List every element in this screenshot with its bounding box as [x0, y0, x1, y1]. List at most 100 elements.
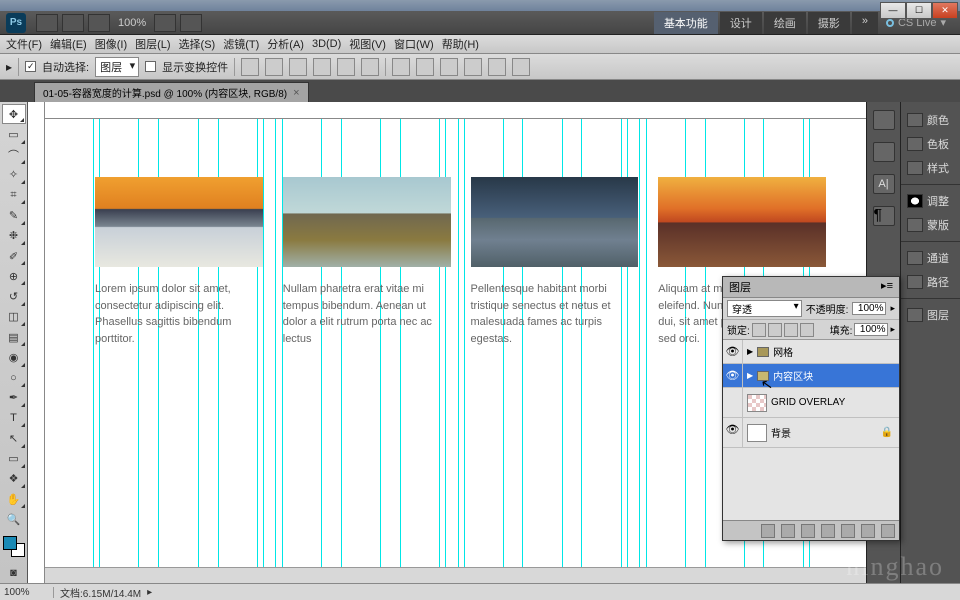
twisty-icon[interactable]: ▶ — [747, 371, 753, 380]
menu-analysis[interactable]: 分析(A) — [267, 36, 304, 52]
eyedropper-tool[interactable]: ✎ — [2, 205, 26, 225]
panel-mask[interactable]: 蒙版 — [901, 213, 960, 237]
layer-name[interactable]: 背景 — [771, 425, 791, 440]
align-icon[interactable] — [361, 58, 379, 76]
stamp-tool[interactable]: ⊕ — [2, 266, 26, 286]
align-icon[interactable] — [289, 58, 307, 76]
menu-view[interactable]: 视图(V) — [349, 36, 386, 52]
menu-image[interactable]: 图像(I) — [95, 36, 127, 52]
crop-tool[interactable]: ⌗ — [2, 185, 26, 205]
menu-edit[interactable]: 编辑(E) — [50, 36, 87, 52]
align-icon[interactable] — [265, 58, 283, 76]
3d-tool[interactable]: ❖ — [2, 469, 26, 489]
maximize-button[interactable]: ☐ — [906, 2, 932, 19]
viewmode-icon[interactable] — [88, 14, 110, 32]
gradient-tool[interactable]: ▤ — [2, 327, 26, 347]
autoselect-checkbox[interactable] — [25, 61, 36, 72]
bridge-icon[interactable] — [36, 14, 58, 32]
document-tab[interactable]: 01-05-容器宽度的计算.psd @ 100% (内容区块, RGB/8) × — [34, 82, 309, 102]
menu-help[interactable]: 帮助(H) — [442, 36, 479, 52]
pen-tool[interactable]: ✒ — [2, 388, 26, 408]
lock-paint-icon[interactable] — [768, 323, 782, 337]
panel-paths[interactable]: 路径 — [901, 270, 960, 294]
blur-tool[interactable]: ◉ — [2, 347, 26, 367]
menu-filter[interactable]: 滤镜(T) — [223, 36, 259, 52]
panel-channels[interactable]: 通道 — [901, 246, 960, 270]
path-tool[interactable]: ↖ — [2, 428, 26, 448]
eraser-tool[interactable]: ◫ — [2, 307, 26, 327]
workspace-tab-essentials[interactable]: 基本功能 — [654, 12, 718, 34]
distribute-icon[interactable] — [464, 58, 482, 76]
newlayer-icon[interactable] — [861, 524, 875, 538]
patch-tool[interactable]: ❉ — [2, 226, 26, 246]
layer-name[interactable]: GRID OVERLAY — [771, 397, 845, 408]
dodge-tool[interactable]: ○ — [2, 368, 26, 388]
panel-adjust[interactable]: 调整 — [901, 189, 960, 213]
menu-3d[interactable]: 3D(D) — [312, 38, 341, 50]
link-icon[interactable] — [761, 524, 775, 538]
layer-name[interactable]: 网格 — [773, 344, 793, 359]
type-tool[interactable]: T — [2, 408, 26, 428]
char-icon[interactable]: A| — [873, 174, 895, 194]
minimize-button[interactable]: — — [880, 2, 906, 19]
quickmask-tool[interactable]: ◙ — [2, 563, 26, 583]
mask-icon[interactable] — [801, 524, 815, 538]
workspace-tab-photo[interactable]: 摄影 — [808, 12, 850, 34]
align-icon[interactable] — [313, 58, 331, 76]
visibility-toggle[interactable]: 👁 — [723, 364, 743, 387]
move-tool[interactable]: ✥ — [2, 104, 26, 124]
distribute-icon[interactable] — [440, 58, 458, 76]
adjustment-icon[interactable] — [821, 524, 835, 538]
menu-window[interactable]: 窗口(W) — [394, 36, 434, 52]
layer-row[interactable]: 👁 ▶网格 — [723, 340, 899, 364]
top-zoom[interactable]: 100% — [118, 17, 146, 29]
arrange-icon[interactable] — [180, 14, 202, 32]
status-docsize[interactable]: 文档:6.15M/14.4M — [54, 585, 147, 600]
zoom-tool[interactable]: 🔍 — [2, 509, 26, 529]
visibility-toggle[interactable]: 👁 — [723, 340, 743, 363]
fill-input[interactable]: 100% — [854, 323, 888, 336]
panel-swatches[interactable]: 色板 — [901, 132, 960, 156]
color-swatches[interactable] — [3, 536, 25, 557]
vertical-ruler[interactable] — [28, 102, 45, 583]
menu-select[interactable]: 选择(S) — [179, 36, 216, 52]
minibridge-icon[interactable] — [62, 14, 84, 32]
hand-icon[interactable] — [154, 14, 176, 32]
visibility-toggle[interactable]: 👁 — [723, 418, 743, 447]
showtransform-checkbox[interactable] — [145, 61, 156, 72]
hand-tool[interactable]: ✋ — [2, 489, 26, 509]
marquee-tool[interactable]: ▭ — [2, 124, 26, 144]
blendmode-select[interactable]: 穿透 — [727, 300, 802, 317]
visibility-toggle[interactable] — [723, 388, 743, 417]
distribute-icon[interactable] — [392, 58, 410, 76]
horizontal-scrollbar[interactable] — [45, 567, 866, 583]
lasso-tool[interactable]: ⌒ — [2, 145, 26, 165]
histogram-icon[interactable] — [873, 110, 895, 130]
layer-row[interactable]: GRID OVERLAY — [723, 388, 899, 418]
lock-all-icon[interactable] — [800, 323, 814, 337]
paragraph-icon[interactable]: ¶ — [873, 206, 895, 226]
distribute-icon[interactable] — [488, 58, 506, 76]
lock-transparency-icon[interactable] — [752, 323, 766, 337]
shape-tool[interactable]: ▭ — [2, 449, 26, 469]
fx-icon[interactable] — [781, 524, 795, 538]
trash-icon[interactable] — [881, 524, 895, 538]
workspace-more[interactable]: » — [852, 12, 878, 34]
history-tool[interactable]: ↺ — [2, 286, 26, 306]
layer-row[interactable]: 👁 ▶内容区块 — [723, 364, 899, 388]
panel-menu-icon[interactable]: ▸≡ — [881, 279, 893, 295]
panel-styles[interactable]: 样式 — [901, 156, 960, 180]
group-icon[interactable] — [841, 524, 855, 538]
horizontal-ruler[interactable] — [45, 102, 866, 119]
workspace-tab-design[interactable]: 设计 — [720, 12, 762, 34]
menu-file[interactable]: 文件(F) — [6, 36, 42, 52]
distribute-icon[interactable] — [512, 58, 530, 76]
distribute-icon[interactable] — [416, 58, 434, 76]
layer-row[interactable]: 👁 背景🔒 — [723, 418, 899, 448]
panel-layers[interactable]: 图层 — [901, 303, 960, 327]
align-icon[interactable] — [241, 58, 259, 76]
close-button[interactable]: ✕ — [932, 2, 958, 19]
align-icon[interactable] — [337, 58, 355, 76]
lock-position-icon[interactable] — [784, 323, 798, 337]
autoselect-mode[interactable]: 图层 — [95, 57, 139, 77]
